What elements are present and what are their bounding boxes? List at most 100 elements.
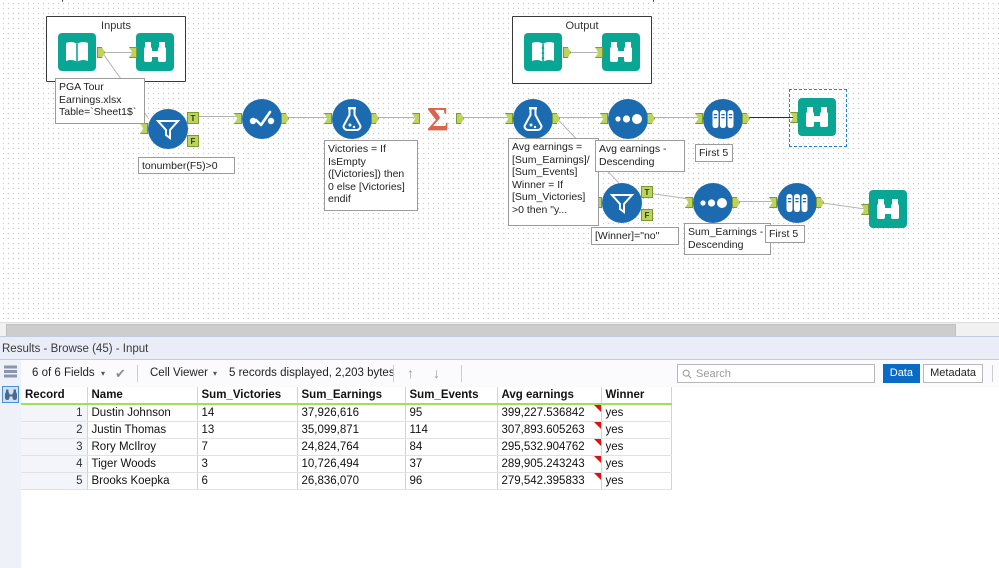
col-header-sum-earnings[interactable]: Sum_Earnings <box>297 387 406 405</box>
book-icon <box>66 41 88 62</box>
tool-summarize-1[interactable]: Σ <box>412 98 464 138</box>
anchor-out[interactable] <box>281 113 289 124</box>
alteryx-designer-window: Inputs Output T F Σ T F PGA Tour Earning… <box>0 0 999 568</box>
tool-input-browse[interactable] <box>129 33 176 73</box>
col-header-name[interactable]: Name <box>87 387 198 405</box>
tab-data[interactable]: Data <box>882 364 920 383</box>
tab-metadata[interactable]: Metadata <box>923 364 983 383</box>
anchor-in[interactable] <box>695 113 703 124</box>
anchor-out[interactable] <box>371 113 379 124</box>
col-header-record[interactable]: Record <box>21 387 88 405</box>
annotation-sort-1[interactable]: Avg earnings - Descending <box>595 140 685 172</box>
annotation-filter-1[interactable]: tonumber(F5)>0 <box>138 157 235 174</box>
anchor-in[interactable] <box>324 113 332 124</box>
tool-select-1[interactable] <box>234 99 289 139</box>
summarize-sigma-icon: Σ <box>427 101 449 135</box>
tool-output-browse[interactable] <box>595 33 642 73</box>
results-title: Results - Browse (45) - Input <box>0 336 999 360</box>
sample-tubes-icon <box>712 110 734 128</box>
toolbar-divider-4 <box>992 365 993 382</box>
cell-record: 5 <box>21 472 88 490</box>
anchor-in[interactable] <box>861 204 869 215</box>
truncation-flag-icon <box>593 421 600 429</box>
anchor-in[interactable] <box>140 123 148 134</box>
annotation-formula-1[interactable]: Victories = If IsEmpty ([Victories]) the… <box>324 140 418 211</box>
tool-browse-2[interactable] <box>861 190 909 230</box>
anchor-in[interactable] <box>234 113 242 124</box>
anchor-out[interactable] <box>647 113 655 124</box>
scroll-down-arrow[interactable]: ↓ <box>433 360 440 387</box>
col-header-sum-events[interactable]: Sum_Events <box>405 387 498 405</box>
anchor-out[interactable] <box>732 197 740 208</box>
results-left-rail <box>0 360 22 568</box>
tool-output-data[interactable] <box>524 33 571 73</box>
cell-viewer-label[interactable]: Cell Viewer <box>150 360 208 387</box>
cell-sum-earnings: 35,099,871 <box>297 421 406 439</box>
cell-name: Rory McIlroy <box>87 438 198 456</box>
anchor-out[interactable] <box>456 113 464 124</box>
canvas-horizontal-scrollbar[interactable] <box>0 322 999 338</box>
cell-winner: yes <box>601 472 672 490</box>
tool-sort-1[interactable] <box>600 99 655 139</box>
cell-record: 4 <box>21 455 88 473</box>
fields-count-label[interactable]: 6 of 6 Fields <box>32 360 95 387</box>
search-icon <box>682 369 692 379</box>
wire-formula1-to-summarize1 <box>374 117 420 118</box>
toolbar-divider-3 <box>461 365 462 382</box>
cell-sum-victories: 14 <box>197 404 298 422</box>
anchor-out[interactable] <box>816 197 824 208</box>
table-row[interactable]: 2 Justin Thomas 13 35,099,871 114 307,89… <box>21 421 672 439</box>
tool-sample-1[interactable] <box>695 99 750 139</box>
tool-sample-2[interactable] <box>769 183 824 223</box>
cell-viewer-caret[interactable]: ▾ <box>213 360 217 387</box>
cell-sum-earnings: 26,836,070 <box>297 472 406 490</box>
annotation-sort-2[interactable]: Sum_Earnings - Descending <box>684 223 771 255</box>
cell-sum-events: 37 <box>405 455 498 473</box>
table-row[interactable]: 5 Brooks Koepka 6 26,836,070 96 279,542.… <box>21 472 672 490</box>
annotation-filter-2[interactable]: [Winner]="no" <box>591 227 679 245</box>
list-grid-icon[interactable] <box>2 363 19 380</box>
tool-formula-2[interactable] <box>505 99 560 139</box>
annotation-input-file[interactable]: PGA Tour Earnings.xlsx Table=`Sheet1$` <box>55 78 145 124</box>
tool-input-data[interactable] <box>58 33 105 73</box>
table-row[interactable]: 3 Rory McIlroy 7 24,824,764 84 295,532.9… <box>21 438 672 456</box>
tool-filter-1[interactable]: T F <box>140 109 199 149</box>
check-icon[interactable]: ✔ <box>115 360 126 387</box>
anchor-out[interactable] <box>742 113 750 124</box>
cell-record: 3 <box>21 438 88 456</box>
col-header-sum-victories[interactable]: Sum_Victories <box>197 387 298 405</box>
tool-container-top-partial[interactable] <box>62 0 654 2</box>
tool-sort-2[interactable] <box>685 183 740 223</box>
wire-select1-to-formula1 <box>284 117 332 118</box>
col-header-winner[interactable]: Winner <box>601 387 672 405</box>
search-input[interactable]: Search <box>677 364 875 383</box>
tool-filter-2[interactable]: T F <box>594 183 653 223</box>
col-header-avg-earnings[interactable]: Avg earnings <box>497 387 602 405</box>
results-table: Record Name Sum_Victories Sum_Earnings S… <box>21 387 672 490</box>
anchor-in[interactable] <box>685 197 693 208</box>
anchor-in[interactable] <box>790 112 798 123</box>
anchor-in[interactable] <box>600 113 608 124</box>
anchor-false[interactable]: F <box>187 135 199 147</box>
scroll-up-arrow[interactable]: ↑ <box>407 360 414 387</box>
anchor-true[interactable]: T <box>641 186 653 198</box>
table-row[interactable]: 4 Tiger Woods 3 10,726,494 37 289,905.24… <box>21 455 672 473</box>
results-grid[interactable]: Record Name Sum_Victories Sum_Earnings S… <box>21 387 999 568</box>
anchor-true[interactable]: T <box>187 112 199 124</box>
tool-browse-1[interactable] <box>789 89 847 147</box>
anchor-in[interactable] <box>505 113 513 124</box>
workflow-canvas[interactable]: Inputs Output T F Σ T F PGA Tour Earning… <box>0 0 999 322</box>
annotation-sample-1[interactable]: First 5 <box>695 144 733 162</box>
table-row[interactable]: 1 Dustin Johnson 14 37,926,616 95 399,22… <box>21 404 672 422</box>
anchor-in[interactable] <box>412 113 420 124</box>
tool-formula-1[interactable] <box>324 99 379 139</box>
rail-browse-icon[interactable] <box>2 386 19 403</box>
book-dots-icon <box>532 41 554 62</box>
annotation-sample-2[interactable]: First 5 <box>765 225 805 243</box>
results-pane: Results - Browse (45) - Input 6 of 6 Fie… <box>0 336 999 568</box>
anchor-false[interactable]: F <box>641 209 653 221</box>
cell-avg-earnings: 279,542.395833 <box>497 472 602 490</box>
anchor-in[interactable] <box>769 197 777 208</box>
fields-dropdown-caret[interactable]: ▾ <box>101 360 105 387</box>
annotation-formula-2[interactable]: Avg earnings = [Sum_Earnings]/ [Sum_Even… <box>508 138 599 226</box>
